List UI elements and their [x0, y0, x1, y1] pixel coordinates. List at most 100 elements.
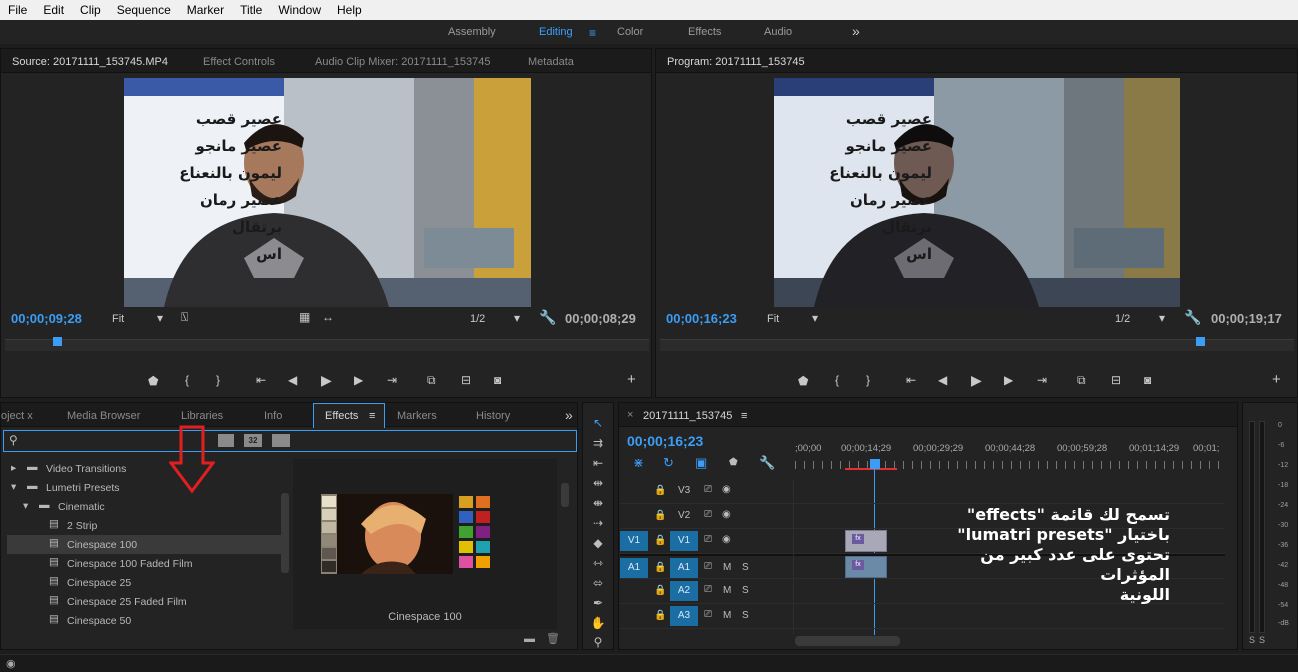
- lock-icon[interactable]: 🔒: [654, 610, 666, 621]
- tab-effect-controls[interactable]: Effect Controls: [203, 56, 275, 68]
- tree-item-cinespace-25[interactable]: ▤ Cinespace 25: [7, 573, 283, 592]
- source-settings-icon[interactable]: ⍂: [181, 310, 188, 325]
- zoom-tool-icon[interactable]: ⚲: [588, 635, 608, 649]
- workspace-more-icon[interactable]: »: [852, 23, 860, 39]
- eye-icon[interactable]: ◉: [722, 534, 731, 545]
- sync-lock-icon[interactable]: ⎚: [704, 484, 712, 495]
- go-to-out-icon[interactable]: ⇥: [1037, 373, 1047, 387]
- effects-more-icon[interactable]: »: [565, 407, 573, 423]
- tab-project[interactable]: oject x: [1, 410, 33, 422]
- effects-tab-menu-icon[interactable]: ≡: [369, 410, 375, 422]
- pen-tool-icon[interactable]: ⬄: [588, 576, 608, 590]
- extract-icon[interactable]: ⊟: [1111, 373, 1121, 387]
- export-frame-icon[interactable]: ◙: [494, 373, 501, 387]
- track-select-tool-icon[interactable]: ⇉: [588, 436, 608, 450]
- source-safe-margins-icon[interactable]: ▦: [299, 310, 310, 324]
- add-button-icon[interactable]: +: [627, 371, 636, 388]
- accelerated-effects-icon[interactable]: [218, 434, 234, 447]
- workspace-menu-icon[interactable]: ≡: [589, 26, 596, 40]
- menu-title[interactable]: Title: [232, 3, 270, 17]
- track-target-a3[interactable]: A3: [670, 606, 698, 626]
- mark-out-icon[interactable]: }: [216, 373, 220, 387]
- source-fit-chevron-icon[interactable]: ▾: [157, 311, 163, 325]
- play-icon[interactable]: ▶: [321, 372, 332, 389]
- program-playhead[interactable]: [1195, 337, 1205, 346]
- step-back-icon[interactable]: ◀: [288, 373, 297, 387]
- slide-tool-icon[interactable]: ⇿: [588, 556, 608, 570]
- 32bit-effects-icon[interactable]: 32: [244, 434, 262, 447]
- linked-selection-icon[interactable]: ↻: [663, 455, 674, 471]
- workspace-editing[interactable]: Editing: [539, 26, 573, 38]
- track-target-a1[interactable]: A1: [670, 558, 698, 578]
- track-v3[interactable]: 🔒 V3 ⎚ ◉: [620, 479, 1225, 504]
- solo-left-button[interactable]: S: [1249, 635, 1255, 645]
- tree-item-2-strip[interactable]: ▤ 2 Strip: [7, 516, 283, 535]
- go-to-out-icon[interactable]: ⇥: [387, 373, 397, 387]
- menu-file[interactable]: File: [0, 3, 35, 17]
- add-button-icon[interactable]: +: [1272, 371, 1281, 388]
- tab-libraries[interactable]: Libraries: [181, 410, 223, 422]
- slip-tool-icon[interactable]: ◆: [588, 536, 608, 550]
- lock-icon[interactable]: 🔒: [654, 585, 666, 596]
- program-timecode-current[interactable]: 00;00;16;23: [666, 311, 737, 326]
- new-bin-icon[interactable]: ▬: [524, 633, 535, 645]
- source-playhead[interactable]: [53, 337, 63, 346]
- tab-metadata[interactable]: Metadata: [528, 56, 574, 68]
- source-resolution-chevron-icon[interactable]: ▾: [514, 311, 520, 325]
- mark-out-icon[interactable]: }: [866, 373, 870, 387]
- overwrite-icon[interactable]: ⊟: [461, 373, 471, 387]
- timeline-playhead-head[interactable]: [870, 459, 880, 469]
- track-target-a2[interactable]: A2: [670, 581, 698, 601]
- lock-icon[interactable]: 🔒: [654, 485, 666, 496]
- tree-item-cinespace-100[interactable]: ▤ Cinespace 100: [7, 535, 283, 554]
- lift-icon[interactable]: ⧉: [1077, 373, 1086, 388]
- eye-icon[interactable]: ◉: [722, 484, 731, 495]
- search-icon[interactable]: ⚲: [9, 433, 18, 447]
- solo-button[interactable]: S: [742, 610, 749, 621]
- video-clip[interactable]: fx: [845, 530, 887, 552]
- solo-right-button[interactable]: S: [1259, 635, 1265, 645]
- tab-info[interactable]: Info: [264, 410, 282, 422]
- track-target-v1[interactable]: V1: [670, 531, 698, 551]
- menu-window[interactable]: Window: [270, 3, 329, 17]
- mute-button[interactable]: M: [723, 585, 731, 596]
- sync-lock-icon[interactable]: ⎚: [704, 609, 712, 620]
- mute-button[interactable]: M: [723, 610, 731, 621]
- tab-media-browser[interactable]: Media Browser: [67, 410, 140, 422]
- menu-marker[interactable]: Marker: [179, 3, 232, 17]
- program-fit-chevron-icon[interactable]: ▾: [812, 311, 818, 325]
- timeline-timecode[interactable]: 00;00;16;23: [627, 433, 703, 449]
- go-to-in-icon[interactable]: ⇤: [906, 373, 916, 387]
- program-fit-select[interactable]: Fit: [767, 313, 779, 325]
- lock-icon[interactable]: 🔒: [654, 510, 666, 521]
- close-sequence-icon[interactable]: ×: [627, 409, 633, 421]
- tab-audio-clip-mixer[interactable]: Audio Clip Mixer: 20171111_153745: [315, 56, 491, 68]
- source-drag-video-icon[interactable]: ↔: [322, 310, 334, 324]
- track-a3[interactable]: 🔒 A3 ⎚ M S: [620, 604, 1225, 629]
- insert-sequence-icon[interactable]: ▣: [695, 455, 707, 471]
- add-marker-icon[interactable]: ⬟: [729, 457, 738, 468]
- tree-item-video-transitions[interactable]: ▸ ▬ Video Transitions: [7, 459, 283, 478]
- tab-sequence[interactable]: 20171111_153745: [643, 410, 732, 422]
- tree-item-lumetri-presets[interactable]: ▾ ▬ Lumetri Presets: [7, 478, 283, 497]
- yuv-effects-icon[interactable]: [272, 434, 290, 447]
- pen-tool-icon[interactable]: ✒: [588, 596, 608, 610]
- tab-effects[interactable]: Effects: [325, 410, 358, 422]
- selection-tool-icon[interactable]: ↖: [588, 416, 608, 430]
- eye-icon[interactable]: ◉: [6, 657, 16, 670]
- source-time-ruler[interactable]: [5, 339, 649, 351]
- source-fit-select[interactable]: Fit: [112, 313, 124, 325]
- insert-icon[interactable]: ⧉: [427, 373, 436, 388]
- collapsed-arrow-icon[interactable]: ▸: [11, 462, 16, 474]
- tree-scrollbar[interactable]: [281, 493, 289, 573]
- step-forward-icon[interactable]: ▶: [1004, 373, 1013, 387]
- rolling-edit-tool-icon[interactable]: ⇹: [588, 476, 608, 490]
- ripple-edit-tool-icon[interactable]: ⇤: [588, 456, 608, 470]
- mute-button[interactable]: M: [723, 562, 731, 573]
- audio-clip[interactable]: fx: [845, 556, 887, 578]
- source-patch-a1[interactable]: A1: [620, 558, 648, 578]
- sync-lock-icon[interactable]: ⎚: [704, 584, 712, 595]
- tab-history[interactable]: History: [476, 410, 510, 422]
- export-frame-icon[interactable]: ◙: [1144, 373, 1151, 387]
- snap-icon[interactable]: ⋇: [633, 455, 644, 471]
